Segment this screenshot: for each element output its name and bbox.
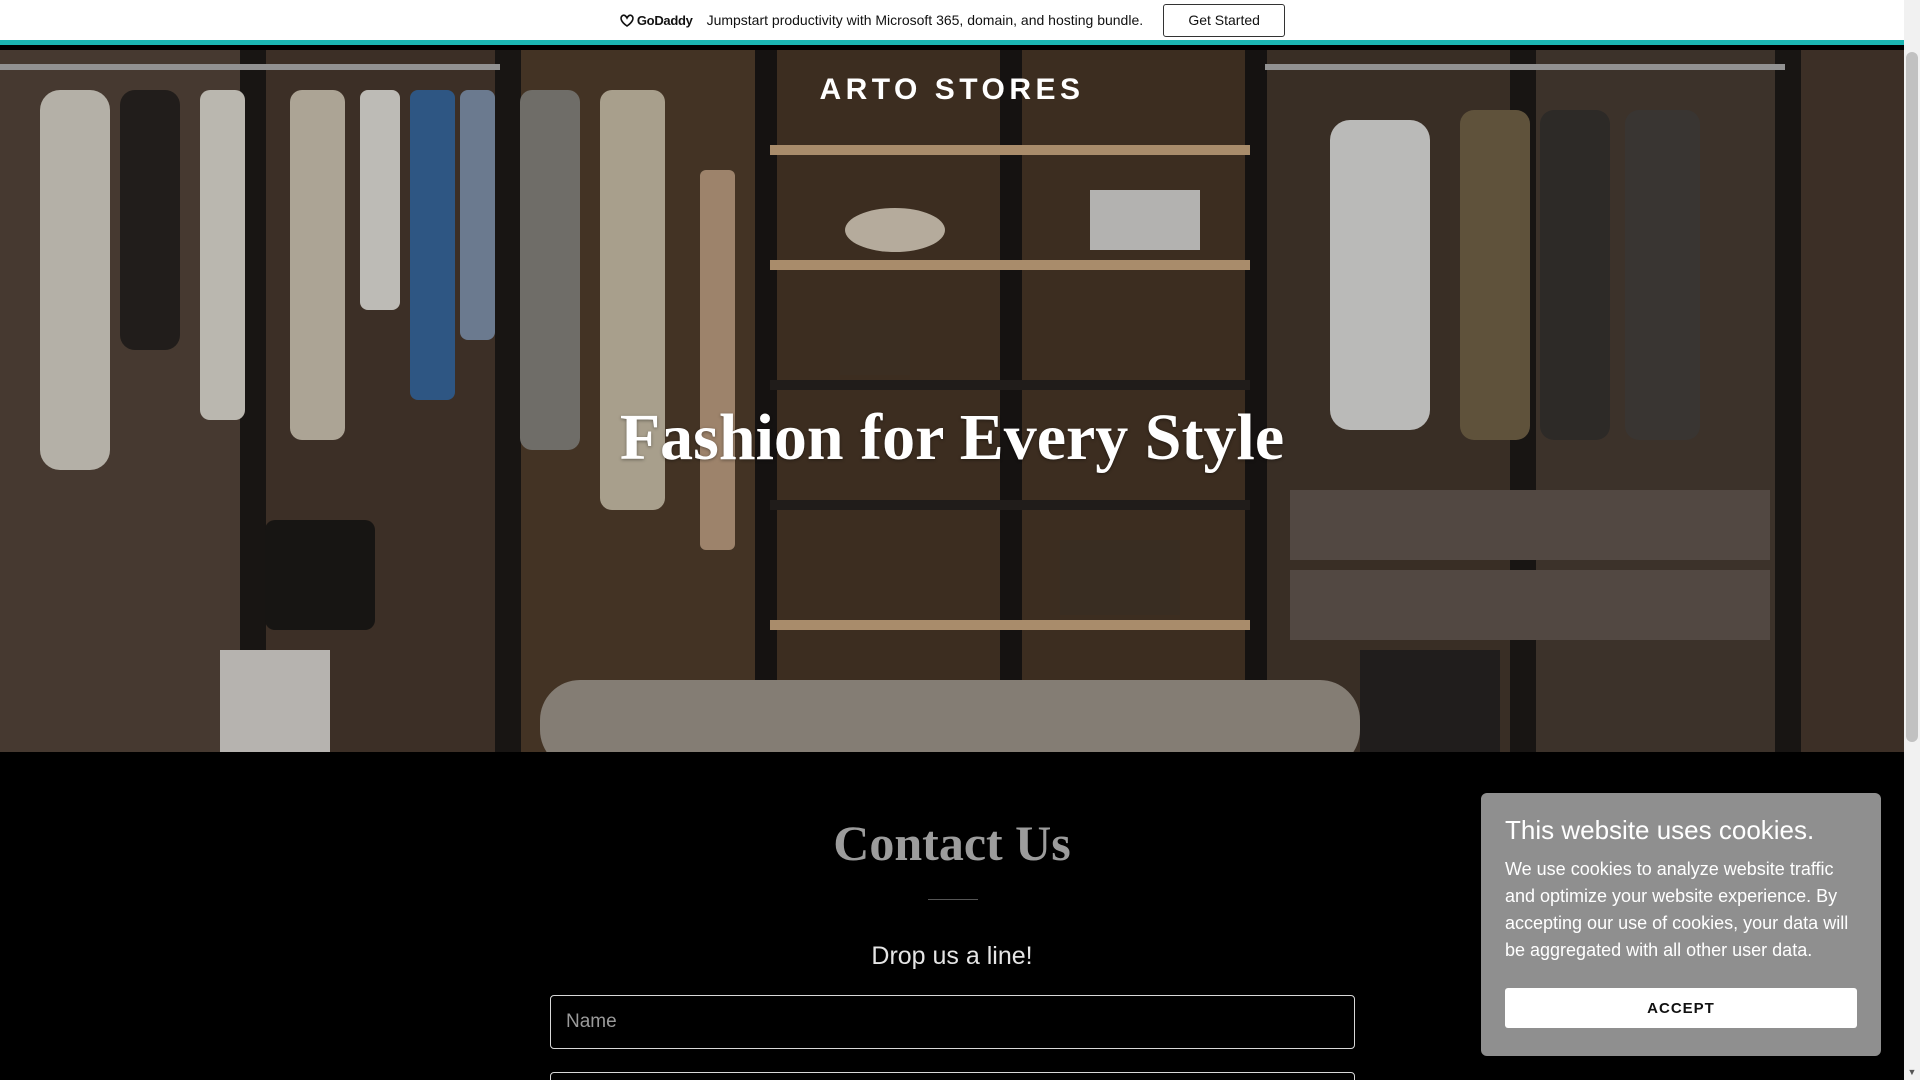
site-brand[interactable]: ARTO STORES <box>0 73 1904 107</box>
godaddy-logo: GoDaddy <box>619 13 693 28</box>
email-input[interactable] <box>550 1072 1355 1080</box>
section-divider <box>928 899 978 900</box>
cookie-title: This website uses cookies. <box>1505 815 1815 845</box>
cookie-banner: This website uses cookies. We use cookie… <box>1481 793 1881 1056</box>
scrollbar-thumb[interactable] <box>1906 52 1918 742</box>
hero-title: Fashion for Every Style <box>619 401 1285 474</box>
scroll-down-arrow-icon[interactable]: ▼ <box>1904 1064 1920 1080</box>
promo-bar: GoDaddy Jumpstart productivity with Micr… <box>0 0 1904 45</box>
page-scrollbar[interactable]: ▼ <box>1904 0 1920 1080</box>
promo-content: GoDaddy Jumpstart productivity with Micr… <box>619 3 1286 37</box>
accept-cookies-button[interactable]: ACCEPT <box>1505 988 1857 1028</box>
hero-section: ARTO STORES Fashion for Every Style <box>0 50 1904 752</box>
get-started-button[interactable]: Get Started <box>1163 3 1286 37</box>
godaddy-logo-text: GoDaddy <box>636 12 693 28</box>
cookie-text: We use cookies to analyze website traffi… <box>1505 859 1849 960</box>
name-input[interactable] <box>550 995 1355 1049</box>
godaddy-icon <box>620 14 634 27</box>
promo-message: Jumpstart productivity with Microsoft 36… <box>706 12 1144 28</box>
